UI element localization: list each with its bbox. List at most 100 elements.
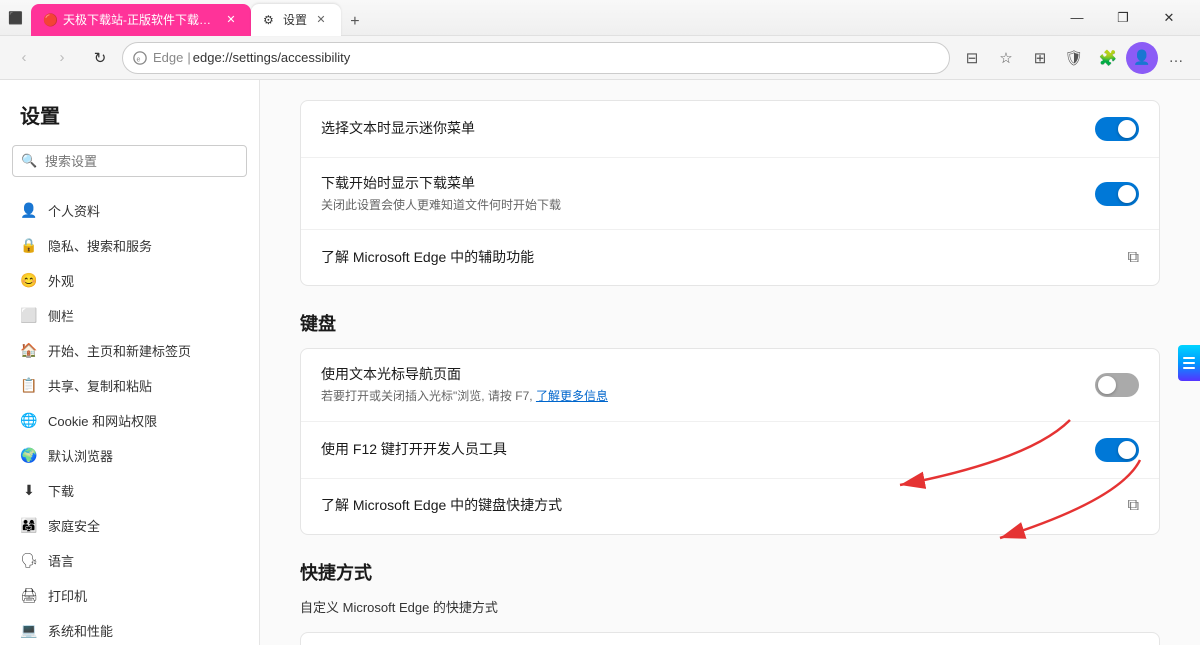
sidebar-item-language[interactable]: 🗣 语言 xyxy=(0,543,259,578)
search-box: 🔍 xyxy=(12,145,247,177)
sidebar-label-system: 系统和性能 xyxy=(48,621,113,640)
learn-accessibility-label: 了解 Microsoft Edge 中的辅助功能 xyxy=(321,248,1128,268)
maximize-button[interactable]: ❐ xyxy=(1100,0,1146,36)
sidebar-item-default[interactable]: 🌍 默认浏览器 xyxy=(0,438,259,473)
sidebar-label-family: 家庭安全 xyxy=(48,516,100,535)
appearance-nav-icon: 😊 xyxy=(20,272,38,290)
sidebar-item-download[interactable]: ⬇ 下载 xyxy=(0,473,259,508)
caret-nav-toggle[interactable] xyxy=(1095,373,1139,397)
shortcuts-desc: 自定义 Microsoft Edge 的快捷方式 xyxy=(300,597,1160,616)
tab-2-close[interactable]: ✕ xyxy=(313,12,329,28)
learn-accessibility-row[interactable]: 了解 Microsoft Edge 中的辅助功能 ⧉ xyxy=(301,229,1159,285)
caret-nav-link[interactable]: 了解更多信息 xyxy=(536,389,608,403)
keyboard-heading: 键盘 xyxy=(300,310,1160,336)
search-input[interactable] xyxy=(12,145,247,177)
sidebar-item-family[interactable]: 👨‍👩‍👧 家庭安全 xyxy=(0,508,259,543)
family-nav-icon: 👨‍👩‍👧 xyxy=(20,517,38,535)
top-settings-card: 选择文本时显示迷你菜单 下载开始时显示下载菜单 关闭此设置会使人更难知道文件何时… xyxy=(300,100,1160,286)
learn-keyboard-row[interactable]: 了解 Microsoft Edge 中的键盘快捷方式 ⧉ xyxy=(301,478,1159,534)
sidebar-item-system[interactable]: 💻 系统和性能 xyxy=(0,613,259,645)
learn-keyboard-label: 了解 Microsoft Edge 中的键盘快捷方式 xyxy=(321,496,1128,516)
language-nav-icon: 🗣 xyxy=(20,552,38,570)
sidebar-label-cookie: Cookie 和网站权限 xyxy=(48,411,157,430)
split-screen-icon[interactable]: ⊟ xyxy=(956,42,988,74)
caret-nav-desc: 若要打开或关闭插入光标"浏览, 请按 F7, 了解更多信息 xyxy=(321,388,1095,405)
caret-nav-row: 使用文本光标导航页面 若要打开或关闭插入光标"浏览, 请按 F7, 了解更多信息 xyxy=(301,349,1159,420)
f12-devtools-toggle[interactable] xyxy=(1095,438,1139,462)
f12-devtools-row: 使用 F12 键打开开发人员工具 xyxy=(301,421,1159,478)
download-nav-icon: ⬇ xyxy=(20,482,38,500)
external-link-icon-2[interactable]: ⧉ xyxy=(1128,497,1139,515)
sidebar-label-printer: 打印机 xyxy=(48,586,87,605)
tab-bar: 🔴 天极下载站-正版软件下载平台-... ✕ ⚙ 设置 ✕ + xyxy=(31,0,1054,36)
forward-button[interactable]: › xyxy=(46,42,78,74)
sidebar-nav-icon: ⬜ xyxy=(20,307,38,325)
address-favicon: e xyxy=(132,50,148,66)
sidebar-item-sidebar[interactable]: ⬜ 侧栏 xyxy=(0,298,259,333)
tab-2-title: 设置 xyxy=(283,11,307,28)
sidebar-item-start[interactable]: 🏠 开始、主页和新建标签页 xyxy=(0,333,259,368)
sidebar-label-privacy: 隐私、搜索和服务 xyxy=(48,236,152,255)
tab-1-favicon: 🔴 xyxy=(43,13,57,27)
edge-sidebar-button[interactable] xyxy=(1178,345,1200,381)
sidebar-label-start: 开始、主页和新建标签页 xyxy=(48,341,191,360)
address-prefix: Edge xyxy=(153,50,183,65)
toggle-knob-4 xyxy=(1118,441,1136,459)
settings-sidebar: 设置 🔍 👤 个人资料 🔒 隐私、搜索和服务 😊 外观 ⬜ 侧栏 xyxy=(0,80,260,645)
sidebar-title: 设置 xyxy=(0,100,259,145)
cookie-nav-icon: 🌐 xyxy=(20,412,38,430)
show-download-bar-row: 下载开始时显示下载菜单 关闭此设置会使人更难知道文件何时开始下载 xyxy=(301,157,1159,229)
toggle-knob xyxy=(1118,120,1136,138)
refresh-button[interactable]: ↻ xyxy=(84,42,116,74)
address-bar: ‹ › ↻ e Edge | edge://settings/accessibi… xyxy=(0,36,1200,80)
settings-content: 选择文本时显示迷你菜单 下载开始时显示下载菜单 关闭此设置会使人更难知道文件何时… xyxy=(260,80,1200,645)
address-separator: | xyxy=(187,50,190,65)
new-tab-button[interactable]: + xyxy=(341,8,369,36)
minimize-button[interactable]: — xyxy=(1054,0,1100,36)
tab-1[interactable]: 🔴 天极下载站-正版软件下载平台-... ✕ xyxy=(31,4,251,36)
keyboard-settings-card: 使用文本光标导航页面 若要打开或关闭插入光标"浏览, 请按 F7, 了解更多信息 xyxy=(300,348,1160,534)
split-window-row: 拆分窗口的快捷方式 Alt + Shift + S 在 Edge 中 ▾ xyxy=(301,633,1159,645)
address-url[interactable]: edge://settings/accessibility xyxy=(193,50,351,65)
show-download-bar-desc: 关闭此设置会使人更难知道文件何时开始下载 xyxy=(321,197,1095,214)
tab-1-close[interactable]: ✕ xyxy=(223,12,239,28)
collections-icon[interactable]: ⊞ xyxy=(1024,42,1056,74)
profile-nav-icon: 👤 xyxy=(20,202,38,220)
show-download-bar-label: 下载开始时显示下载菜单 xyxy=(321,174,1095,194)
sidebar-item-cookie[interactable]: 🌐 Cookie 和网站权限 xyxy=(0,403,259,438)
sidebar-label-language: 语言 xyxy=(48,551,74,570)
show-mini-menu-toggle[interactable] xyxy=(1095,117,1139,141)
profile-button[interactable]: 👤 xyxy=(1126,42,1158,74)
shortcuts-card: 拆分窗口的快捷方式 Alt + Shift + S 在 Edge 中 ▾ xyxy=(300,632,1160,645)
f12-devtools-label: 使用 F12 键打开开发人员工具 xyxy=(321,440,1095,460)
sidebar-item-profile[interactable]: 👤 个人资料 xyxy=(0,193,259,228)
toolbar-icons: ⊟ ☆ ⊞ 🛡 🧩 👤 … xyxy=(956,42,1192,74)
search-icon: 🔍 xyxy=(21,153,37,169)
window-controls: — ❐ ✕ xyxy=(1054,0,1192,36)
show-mini-menu-row: 选择文本时显示迷你菜单 xyxy=(301,101,1159,157)
show-download-bar-toggle[interactable] xyxy=(1095,182,1139,206)
favorites-icon[interactable]: ☆ xyxy=(990,42,1022,74)
tab-2[interactable]: ⚙ 设置 ✕ xyxy=(251,4,341,36)
start-nav-icon: 🏠 xyxy=(20,342,38,360)
default-nav-icon: 🌍 xyxy=(20,447,38,465)
privacy-nav-icon: 🔒 xyxy=(20,237,38,255)
close-button[interactable]: ✕ xyxy=(1146,0,1192,36)
sidebar-item-privacy[interactable]: 🔒 隐私、搜索和服务 xyxy=(0,228,259,263)
toggle-knob-2 xyxy=(1118,185,1136,203)
sidebar-item-appearance[interactable]: 😊 外观 xyxy=(0,263,259,298)
back-button[interactable]: ‹ xyxy=(8,42,40,74)
external-link-icon[interactable]: ⧉ xyxy=(1128,249,1139,267)
tab-2-favicon: ⚙ xyxy=(263,13,277,27)
settings-more-icon[interactable]: … xyxy=(1160,42,1192,74)
caret-nav-label: 使用文本光标导航页面 xyxy=(321,365,1095,385)
sidebar-item-printer[interactable]: 🖨 打印机 xyxy=(0,578,259,613)
main-area: 设置 🔍 👤 个人资料 🔒 隐私、搜索和服务 😊 外观 ⬜ 侧栏 xyxy=(0,80,1200,645)
browser-essentials-icon[interactable]: 🛡 xyxy=(1058,42,1090,74)
browser-frame: ⬛ 🔴 天极下载站-正版软件下载平台-... ✕ ⚙ 设置 ✕ + — ❐ ✕ xyxy=(0,0,1200,645)
sidebar-item-share[interactable]: 📋 共享、复制和粘贴 xyxy=(0,368,259,403)
extensions-icon[interactable]: 🧩 xyxy=(1092,42,1124,74)
sidebar-label-default: 默认浏览器 xyxy=(48,446,113,465)
share-nav-icon: 📋 xyxy=(20,377,38,395)
tab-1-title: 天极下载站-正版软件下载平台-... xyxy=(63,11,217,28)
